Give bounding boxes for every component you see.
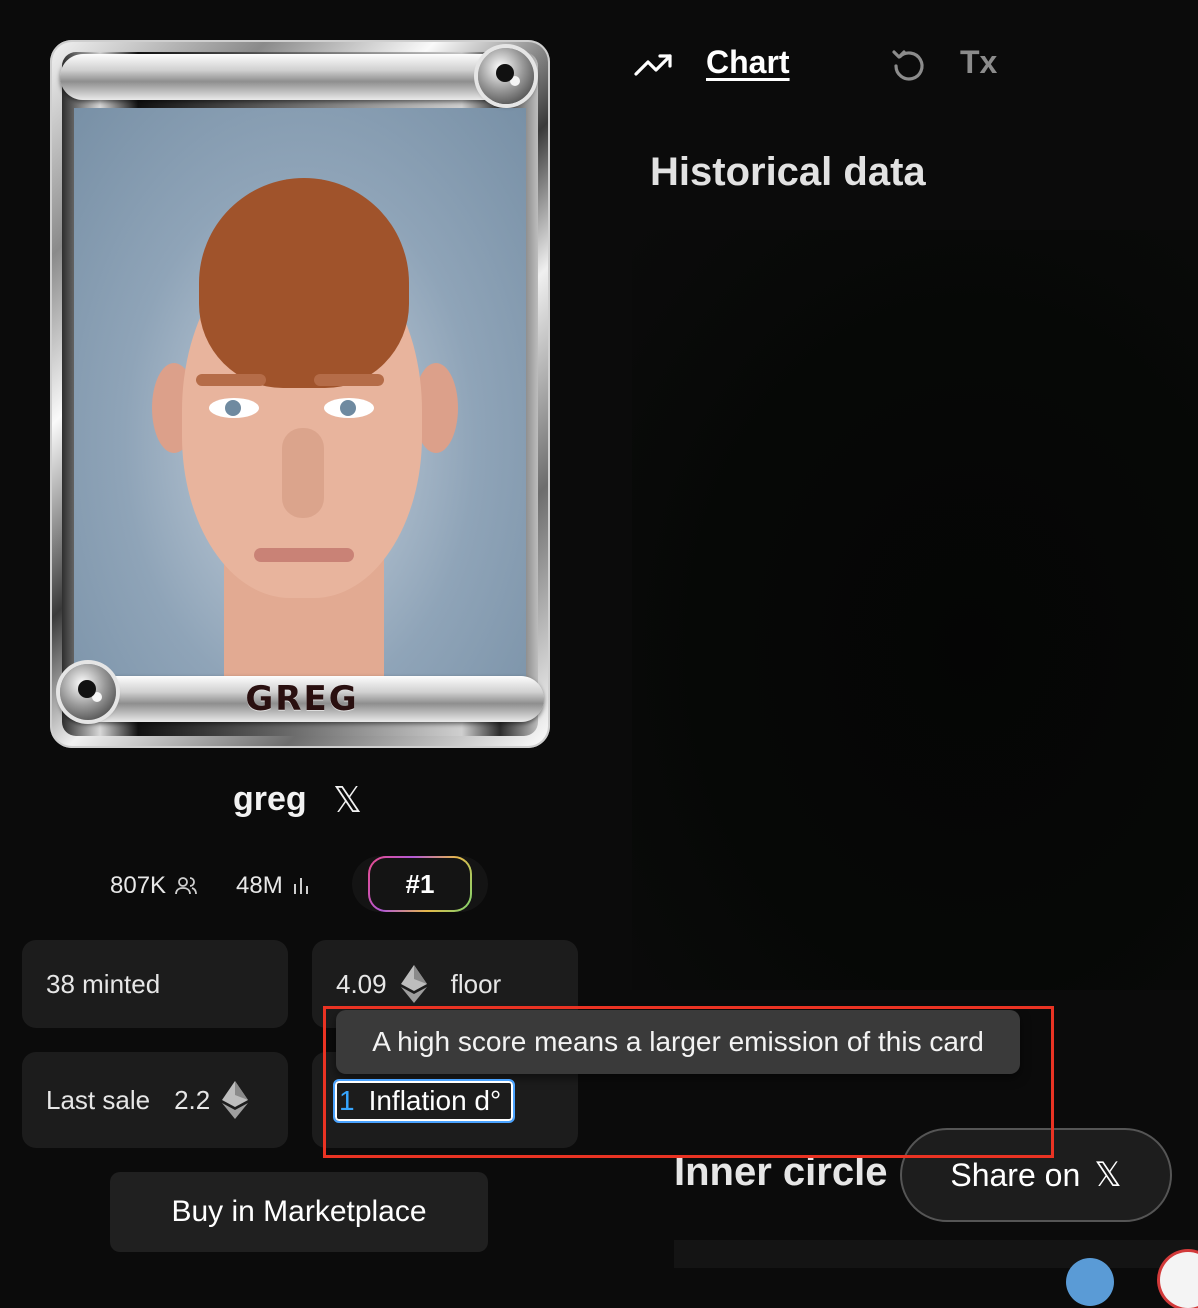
tab-chart[interactable]: Chart (706, 44, 790, 81)
followers-count: 807K (110, 872, 167, 899)
card-bolt-icon (478, 48, 534, 104)
x-logo-icon: 𝕏 (1094, 1155, 1122, 1195)
views-stat: 48M (236, 872, 311, 900)
portrait-brow (314, 374, 384, 386)
card-name: GREG (245, 679, 359, 719)
bar-chart-icon (293, 878, 308, 894)
eth-icon (400, 965, 427, 1003)
card-photo (74, 108, 526, 716)
card-name-plate: GREG (60, 676, 544, 722)
rank-container: #1 (352, 856, 488, 912)
card-bolt-icon (60, 664, 116, 720)
historical-data-title: Historical data (650, 150, 926, 194)
portrait-hair (199, 178, 409, 388)
tab-tx[interactable]: Tx (960, 44, 997, 81)
portrait-brow (196, 374, 266, 386)
portrait-eye (324, 398, 374, 418)
eth-icon (222, 1081, 249, 1119)
last-sale-box: Last sale 2.2 (22, 1052, 288, 1148)
portrait-eye (209, 398, 259, 418)
chart-area (632, 230, 1198, 990)
rank-badge: #1 (368, 856, 472, 912)
emission-tooltip: A high score means a larger emission of … (336, 1010, 1020, 1074)
last-sale-value: 2.2 (174, 1084, 211, 1115)
trending-up-icon (634, 54, 672, 76)
inflation-score[interactable]: 1 Inflation d° (333, 1079, 515, 1123)
inner-circle-title: Inner circle (674, 1150, 888, 1194)
card-top-bar (60, 54, 536, 100)
portrait-mouth (254, 548, 354, 562)
users-icon (175, 877, 197, 895)
minted-box: 38 minted (22, 940, 288, 1028)
avatar[interactable] (1066, 1258, 1114, 1306)
profile-name: greg (233, 780, 307, 818)
inflation-label: Inflation d° (368, 1085, 502, 1116)
views-count: 48M (236, 872, 283, 899)
inflation-value: 1 (339, 1085, 355, 1116)
followers-stat: 807K (110, 872, 198, 900)
share-on-x-button[interactable]: Share on 𝕏 (900, 1128, 1172, 1222)
buy-marketplace-button[interactable]: Buy in Marketplace (110, 1172, 488, 1252)
last-sale-label: Last sale (46, 1084, 151, 1115)
inner-circle-list (674, 1240, 1198, 1268)
x-logo-icon[interactable]: 𝕏 (333, 780, 362, 821)
share-label: Share on (950, 1156, 1081, 1193)
portrait-nose (282, 428, 324, 518)
floor-label: floor (450, 968, 502, 999)
player-card: GREG (50, 40, 550, 748)
history-icon[interactable] (888, 46, 928, 86)
floor-value: 4.09 (336, 968, 387, 999)
minted-count: 38 minted (46, 968, 161, 999)
tooltip-text: A high score means a larger emission of … (372, 1026, 984, 1057)
